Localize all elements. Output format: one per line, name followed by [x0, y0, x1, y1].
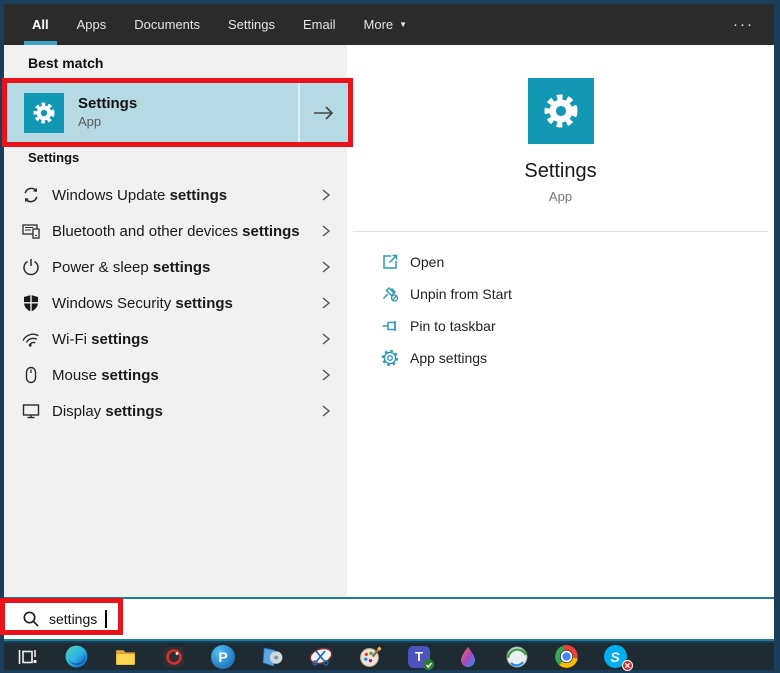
skype-icon[interactable]: S: [595, 643, 635, 670]
best-match-title: Settings: [78, 95, 298, 113]
result-label: Display settings: [52, 403, 319, 420]
best-match-header: Best match: [28, 55, 103, 71]
result-label: Bluetooth and other devices settings: [52, 223, 319, 240]
settings-gear-tile: [24, 93, 64, 133]
result-wifi-settings[interactable]: Wi-Fi settings: [4, 321, 347, 357]
result-label: Windows Update settings: [52, 187, 319, 204]
tab-all[interactable]: All: [24, 4, 57, 45]
result-power-sleep-settings[interactable]: Power & sleep settings: [4, 249, 347, 285]
arrow-right-icon: [312, 105, 336, 121]
chevron-right-icon: [319, 332, 333, 346]
preview-app-subtitle: App: [347, 189, 774, 204]
security-shield-icon: [20, 292, 42, 314]
chevron-right-icon: [319, 368, 333, 382]
expand-arrow-button[interactable]: [300, 83, 348, 142]
result-windows-update-settings[interactable]: Windows Update settings: [4, 177, 347, 213]
result-label: Wi-Fi settings: [52, 331, 319, 348]
tab-apps[interactable]: Apps: [69, 4, 115, 45]
teams-icon[interactable]: T: [399, 643, 439, 670]
offline-x-badge: [622, 660, 633, 671]
preview-actions: Open Unpin from Start: [347, 246, 774, 374]
vpn-globe-icon[interactable]: [497, 643, 537, 670]
text-cursor: [105, 610, 107, 628]
edge-icon[interactable]: [56, 643, 96, 670]
chevron-right-icon: [319, 260, 333, 274]
result-windows-security-settings[interactable]: Windows Security settings: [4, 285, 347, 321]
result-label: Mouse settings: [52, 367, 319, 384]
disc-burner-icon[interactable]: [252, 643, 292, 670]
tab-documents[interactable]: Documents: [126, 4, 208, 45]
unpin-icon: [380, 284, 400, 304]
overflow-menu-button[interactable]: ···: [733, 16, 774, 33]
best-match-subtitle: App: [78, 113, 298, 130]
paint-app-icon[interactable]: [350, 643, 390, 670]
search-input[interactable]: [49, 611, 105, 627]
tab-email[interactable]: Email: [295, 4, 344, 45]
preview-app-title: Settings: [347, 160, 774, 183]
status-check-badge: [423, 659, 434, 670]
action-unpin-from-start[interactable]: Unpin from Start: [347, 278, 774, 310]
result-bluetooth-devices-settings[interactable]: Bluetooth and other devices settings: [4, 213, 347, 249]
annotation-box-best-match: Settings App: [2, 78, 353, 147]
settings-results-list: Windows Update settings Bluetooth and ot…: [4, 177, 347, 429]
chrome-icon[interactable]: [546, 643, 586, 670]
preview-divider: [353, 231, 768, 232]
best-match-result-settings[interactable]: Settings App: [7, 83, 348, 142]
chevron-right-icon: [319, 188, 333, 202]
action-label: App settings: [410, 350, 487, 366]
gear-icon: [539, 89, 583, 133]
search-icon: [22, 610, 40, 628]
open-icon: [380, 252, 400, 272]
file-explorer-icon[interactable]: [105, 643, 145, 670]
media-recorder-icon[interactable]: [154, 643, 194, 670]
start-search-window: All Apps Documents Settings Email More ▼…: [0, 0, 780, 673]
gear-icon: [30, 99, 58, 127]
color-picker-icon[interactable]: [448, 643, 488, 670]
devices-icon: [20, 220, 42, 242]
result-display-settings[interactable]: Display settings: [4, 393, 347, 429]
settings-gear-tile: [528, 78, 594, 144]
action-label: Pin to taskbar: [410, 318, 496, 334]
action-pin-to-taskbar[interactable]: Pin to taskbar: [347, 310, 774, 342]
result-mouse-settings[interactable]: Mouse settings: [4, 357, 347, 393]
chevron-down-icon: ▼: [399, 20, 407, 29]
display-icon: [20, 400, 42, 422]
wifi-icon: [20, 328, 42, 350]
pin-icon: [380, 316, 400, 336]
picpick-icon[interactable]: P: [203, 643, 243, 670]
action-open[interactable]: Open: [347, 246, 774, 278]
action-label: Unpin from Start: [410, 286, 512, 302]
tab-settings[interactable]: Settings: [220, 4, 283, 45]
result-label: Windows Security settings: [52, 295, 319, 312]
search-bar[interactable]: [4, 597, 774, 641]
chevron-right-icon: [319, 404, 333, 418]
preview-panel: Settings App Open: [347, 45, 774, 597]
settings-section-header: Settings: [28, 150, 79, 165]
chevron-right-icon: [319, 296, 333, 310]
action-app-settings[interactable]: App settings: [347, 342, 774, 374]
task-view-icon[interactable]: [7, 643, 47, 670]
tab-more[interactable]: More ▼: [356, 4, 416, 45]
action-label: Open: [410, 254, 444, 270]
power-icon: [20, 256, 42, 278]
gear-icon: [380, 348, 400, 368]
best-match-text: Settings App: [78, 95, 298, 130]
mouse-icon: [20, 364, 42, 386]
result-label: Power & sleep settings: [52, 259, 319, 276]
sync-icon: [20, 184, 42, 206]
search-filter-tabbar: All Apps Documents Settings Email More ▼…: [4, 4, 774, 45]
chevron-right-icon: [319, 224, 333, 238]
tab-more-label: More: [364, 17, 394, 32]
taskbar: P T: [4, 643, 774, 670]
media-cutter-icon[interactable]: [301, 643, 341, 670]
